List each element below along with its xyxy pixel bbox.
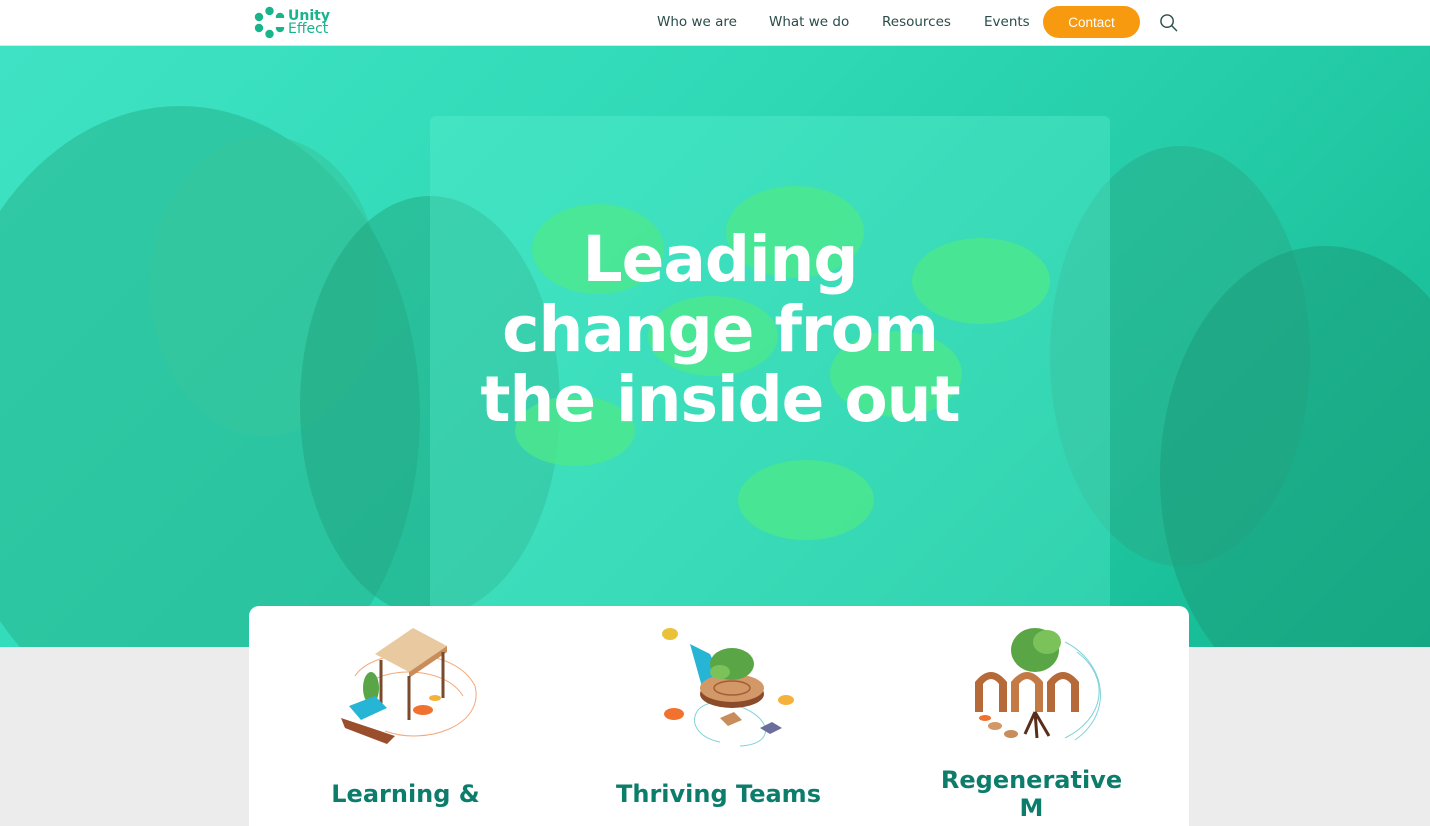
hero-title-line-2: change from (502, 293, 939, 366)
card-title-regenerative-line-2: M (1019, 794, 1044, 822)
card-title-learning: Learning & (249, 780, 562, 808)
card-regenerative[interactable]: Regenerative M (875, 606, 1188, 826)
hero-title-line-1: Leading (582, 223, 858, 296)
card-title-thriving-teams-line-1: Thriving Teams (616, 780, 821, 808)
logo-line-2: Effect (288, 20, 329, 37)
nav-what-we-do[interactable]: What we do (769, 14, 849, 30)
nav-who-we-are[interactable]: Who we are (657, 14, 737, 30)
gazebo-boat-illustration (341, 628, 477, 744)
tree-stump-watering-illustration (662, 628, 794, 747)
site-logo[interactable]: Unity Effect (253, 6, 330, 39)
contact-button[interactable]: Contact (1043, 6, 1140, 38)
search-icon[interactable] (1159, 13, 1178, 32)
card-learning[interactable]: Learning & (249, 606, 562, 826)
card-thriving-teams[interactable]: Thriving Teams (562, 606, 875, 826)
unity-effect-logo-icon (254, 6, 286, 39)
nav-resources[interactable]: Resources (882, 14, 951, 30)
logo-wordmark: Unity Effect (288, 9, 330, 37)
sticky-note-7 (738, 460, 874, 540)
card-title-learning-line-1: Learning & (331, 780, 480, 808)
services-cards: Learning & Thriving Teams Regenerative M (249, 606, 1189, 826)
card-title-thriving-teams: Thriving Teams (562, 780, 875, 808)
card-title-regenerative-line-1: Regenerative (940, 766, 1123, 794)
site-header: Unity Effect Who we are What we do Resou… (0, 0, 1430, 46)
arches-tree-illustration (975, 628, 1101, 741)
hero-title: Leading change from the inside out (470, 225, 970, 435)
hero-section: Leading change from the inside out (0, 46, 1430, 647)
hero-title-line-3: the inside out (480, 363, 960, 436)
nav-events[interactable]: Events (984, 14, 1030, 30)
card-title-regenerative: Regenerative M (875, 766, 1188, 822)
